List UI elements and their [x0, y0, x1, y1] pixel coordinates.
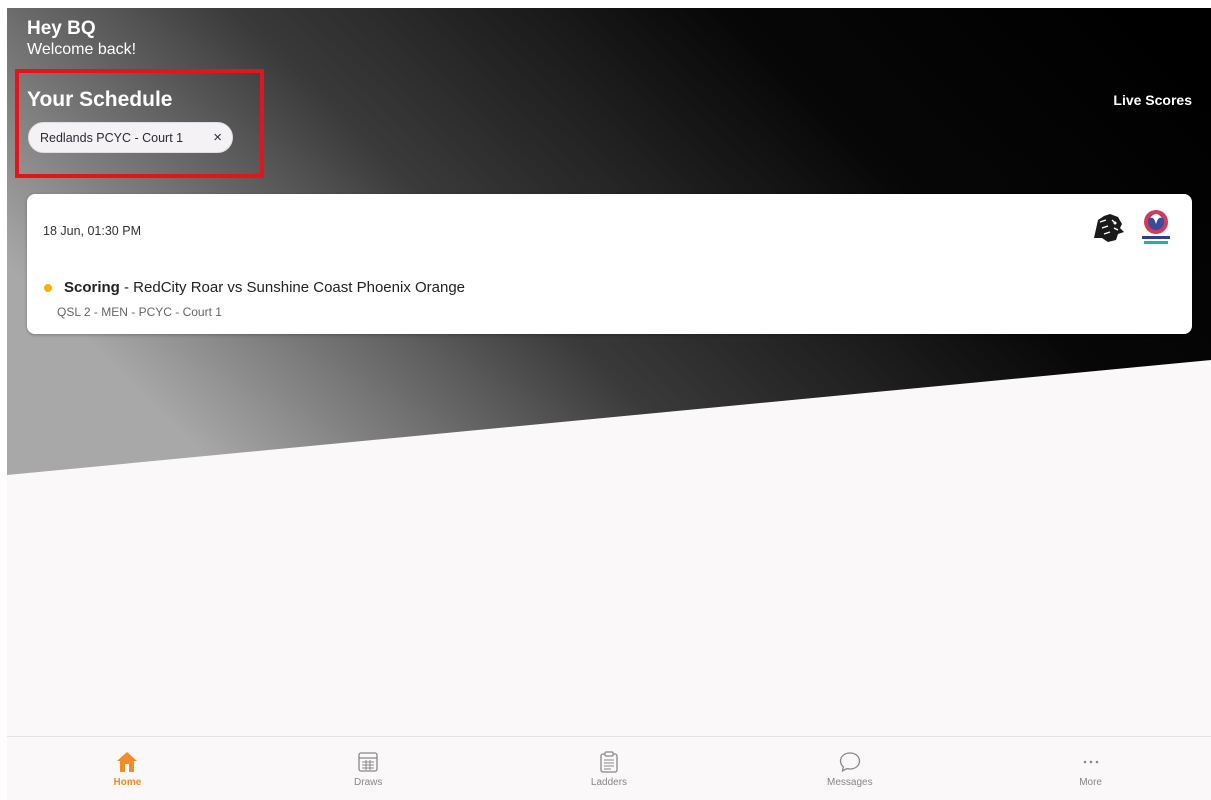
- lion-logo-icon: [1094, 214, 1124, 242]
- status-dot: [44, 283, 52, 292]
- clipboard-list-icon: [600, 750, 618, 773]
- match-status: Scoring: [64, 279, 120, 296]
- nav-draws-label: Draws: [354, 776, 383, 788]
- live-scores-link[interactable]: Live Scores: [1113, 92, 1192, 108]
- phoenix-logo-icon: [1142, 210, 1170, 244]
- match-title: Scoring - RedCity Roar vs Sunshine Coast…: [44, 279, 465, 296]
- bottom-nav: Home Draws Ladders Messages More: [7, 736, 1211, 800]
- nav-home[interactable]: Home: [7, 737, 248, 800]
- nav-messages-label: Messages: [827, 776, 873, 788]
- match-details: QSL 2 - MEN - PCYC - Court 1: [57, 305, 222, 319]
- greeting-block: Hey BQ Welcome back!: [27, 18, 136, 60]
- team-logos: [1088, 208, 1176, 248]
- court-filter-chip[interactable]: Redlands PCYC - Court 1 ×: [28, 122, 233, 153]
- greeting-subtitle: Welcome back!: [27, 41, 137, 58]
- nav-draws[interactable]: Draws: [248, 737, 489, 800]
- more-dots-icon: [1083, 760, 1098, 763]
- nav-more-label: More: [1079, 776, 1102, 788]
- home-icon: [117, 751, 138, 772]
- match-card[interactable]: 18 Jun, 01:30 PM Scoring - RedCity Roar …: [27, 194, 1192, 334]
- match-datetime: 18 Jun, 01:30 PM: [43, 224, 141, 238]
- nav-more[interactable]: More: [970, 737, 1211, 800]
- court-filter-label: Redlands PCYC - Court 1: [40, 130, 184, 145]
- nav-ladders[interactable]: Ladders: [489, 737, 730, 800]
- nav-ladders-label: Ladders: [590, 776, 628, 788]
- calendar-grid-icon: [358, 751, 378, 772]
- schedule-title: Your Schedule: [27, 88, 173, 111]
- nav-home-label: Home: [113, 776, 142, 788]
- app-screen: Hey BQ Welcome back! Your Schedule Live …: [7, 8, 1211, 800]
- match-teams: - RedCity Roar vs Sunshine Coast Phoenix…: [119, 279, 466, 296]
- nav-messages[interactable]: Messages: [729, 737, 970, 800]
- close-icon[interactable]: ×: [213, 130, 222, 145]
- chat-bubble-icon: [839, 751, 860, 772]
- greeting-title: Hey BQ: [27, 18, 96, 39]
